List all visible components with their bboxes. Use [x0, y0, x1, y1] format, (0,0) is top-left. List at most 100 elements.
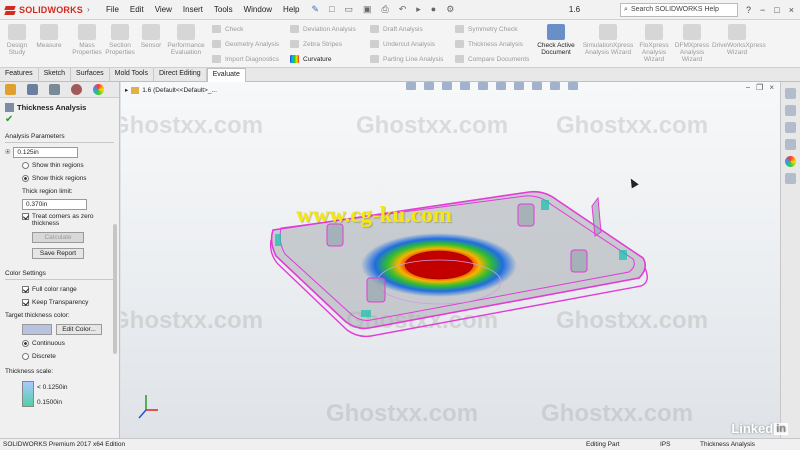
- keep-transparency-option[interactable]: Keep Transparency: [0, 296, 119, 309]
- design-library-icon[interactable]: [785, 105, 796, 116]
- solidworks-resources-icon[interactable]: [785, 88, 796, 99]
- tab-evaluate[interactable]: Evaluate: [206, 68, 246, 82]
- options-gear-icon[interactable]: ⚙: [446, 4, 454, 15]
- dimxpert-icon[interactable]: [71, 84, 82, 95]
- scale-high-label: 0.1500in: [37, 399, 62, 406]
- tab-mold-tools[interactable]: Mold Tools: [110, 68, 154, 82]
- thickness-icon: ⍟: [5, 147, 11, 157]
- property-manager-icon[interactable]: [27, 84, 38, 95]
- view-palette-icon[interactable]: [785, 139, 796, 150]
- rebuild-icon[interactable]: ●: [431, 4, 436, 15]
- deviation-analysis-button[interactable]: Deviation Analysis: [290, 25, 356, 33]
- ok-check-icon[interactable]: ✔: [0, 114, 119, 125]
- symmetry-check-button[interactable]: Symmetry Check: [455, 25, 517, 33]
- file-explorer-icon[interactable]: [785, 122, 796, 133]
- window-controls: ? − □ ×: [746, 5, 794, 15]
- full-color-range-checkbox[interactable]: [22, 286, 29, 293]
- driveworksxpress-button[interactable]: DriveWorksXpress Wizard: [712, 24, 766, 56]
- help-search-input[interactable]: ⌕ Search SOLIDWORKS Help: [620, 2, 739, 17]
- part-model[interactable]: [121, 82, 780, 438]
- command-manager: Design Study Measure Mass Properties Sec…: [0, 20, 800, 68]
- dfmxpress-button[interactable]: DFMXpress Analysis Wizard: [674, 24, 710, 63]
- floxpress-button[interactable]: FloXpress Analysis Wizard: [636, 24, 672, 63]
- geometry-analysis-button[interactable]: Geometry Analysis: [212, 40, 279, 48]
- divider: [5, 279, 114, 280]
- section-properties-button[interactable]: Section Properties: [105, 24, 135, 56]
- calculate-button[interactable]: Calculate: [32, 232, 84, 243]
- pin-icon[interactable]: ✎: [312, 4, 320, 15]
- thickness-analysis-button[interactable]: Thickness Analysis: [455, 40, 523, 48]
- compare-documents-button[interactable]: Compare Documents: [455, 55, 529, 63]
- select-icon[interactable]: ▸: [416, 4, 421, 15]
- discrete-option[interactable]: Discrete: [0, 350, 119, 363]
- graphics-area[interactable]: ▸ 1.6 (Default<<Default>_... − ❐ × Ghost…: [121, 82, 780, 438]
- show-thin-radio[interactable]: [22, 162, 29, 169]
- show-thick-radio[interactable]: [22, 175, 29, 182]
- import-diagnostics-button[interactable]: Import Diagnostics: [212, 55, 279, 63]
- feature-manager-icon[interactable]: [5, 84, 16, 95]
- design-study-button[interactable]: Design Study: [4, 24, 30, 56]
- check-active-document-icon: [547, 24, 565, 40]
- tab-sketch[interactable]: Sketch: [39, 68, 72, 82]
- full-color-range-option[interactable]: Full color range: [0, 283, 119, 296]
- open-icon[interactable]: ▭: [344, 4, 353, 15]
- target-thickness-input[interactable]: 0.125in: [13, 147, 79, 158]
- status-bar: SOLIDWORKS Premium 2017 x64 Edition Edit…: [0, 438, 800, 450]
- thick-limit-input[interactable]: 0.370in: [22, 199, 87, 210]
- appearances-icon[interactable]: [785, 156, 796, 167]
- edition-text: SOLIDWORKS Premium 2017 x64 Edition: [3, 441, 126, 448]
- maximize-button[interactable]: □: [774, 5, 779, 15]
- custom-properties-icon[interactable]: [785, 173, 796, 184]
- menu-view[interactable]: View: [155, 5, 172, 14]
- menu-help[interactable]: Help: [283, 5, 299, 14]
- menu-file[interactable]: File: [106, 5, 119, 14]
- draft-analysis-button[interactable]: Draft Analysis: [370, 25, 423, 33]
- ds-logo-icon: [4, 4, 16, 16]
- save-icon[interactable]: ▣: [363, 4, 372, 15]
- tab-direct-editing[interactable]: Direct Editing: [154, 68, 207, 82]
- sensor-button[interactable]: Sensor: [137, 24, 165, 49]
- tab-surfaces[interactable]: Surfaces: [71, 68, 110, 82]
- show-thick-option[interactable]: Show thick regions: [0, 172, 119, 185]
- menu-tools[interactable]: Tools: [214, 5, 233, 14]
- thickness-scale: < 0.1250in 0.1500in: [0, 381, 119, 411]
- configuration-manager-icon[interactable]: [49, 84, 60, 95]
- section-properties-icon: [111, 24, 129, 40]
- undercut-analysis-button[interactable]: Undercut Analysis: [370, 40, 435, 48]
- simulationxpress-button[interactable]: SimulationXpress Analysis Wizard: [582, 24, 634, 56]
- units-text[interactable]: IPS: [660, 441, 670, 448]
- help-button[interactable]: ?: [746, 5, 751, 15]
- zebra-stripes-button[interactable]: Zebra Stripes: [290, 40, 342, 48]
- performance-evaluation-button[interactable]: Performance Evaluation: [166, 24, 206, 56]
- display-manager-icon[interactable]: [93, 84, 104, 95]
- continuous-radio[interactable]: [22, 340, 29, 347]
- menu-window[interactable]: Window: [244, 5, 272, 14]
- save-report-button[interactable]: Save Report: [32, 248, 84, 259]
- new-doc-icon[interactable]: □: [329, 4, 334, 15]
- curvature-icon: [290, 55, 299, 63]
- measure-button[interactable]: Measure: [34, 24, 64, 49]
- close-button[interactable]: ×: [789, 5, 794, 15]
- treat-corners-checkbox[interactable]: [22, 213, 29, 220]
- treat-corners-option[interactable]: Treat corners as zero thickness: [0, 211, 119, 229]
- check-active-document-button[interactable]: Check Active Document: [534, 24, 578, 56]
- curvature-button[interactable]: Curvature: [290, 55, 332, 63]
- check-button[interactable]: Check: [212, 25, 243, 33]
- panel-scrollbar[interactable]: [113, 224, 117, 354]
- minimize-button[interactable]: −: [760, 5, 765, 15]
- undo-icon[interactable]: ↶: [399, 4, 407, 15]
- tab-features[interactable]: Features: [0, 68, 39, 82]
- keep-transparency-checkbox[interactable]: [22, 299, 29, 306]
- pm-title: Thickness Analysis: [0, 98, 119, 114]
- menu-edit[interactable]: Edit: [130, 5, 144, 14]
- continuous-option[interactable]: Continuous: [0, 337, 119, 350]
- edit-color-button[interactable]: Edit Color...: [56, 324, 102, 335]
- show-thin-option[interactable]: Show thin regions: [0, 159, 119, 172]
- parting-line-analysis-button[interactable]: Parting Line Analysis: [370, 55, 443, 63]
- menu-insert[interactable]: Insert: [183, 5, 203, 14]
- solidworks-logo[interactable]: SOLIDWORKS ›: [0, 4, 100, 16]
- linkedin-logo: Linked in: [731, 421, 788, 436]
- print-icon[interactable]: ⎙: [382, 4, 389, 15]
- discrete-radio[interactable]: [22, 353, 29, 360]
- mass-properties-button[interactable]: Mass Properties: [70, 24, 104, 56]
